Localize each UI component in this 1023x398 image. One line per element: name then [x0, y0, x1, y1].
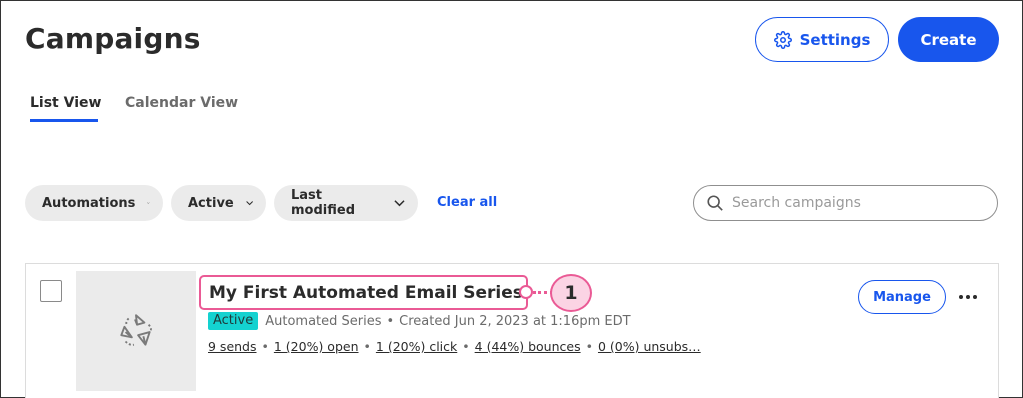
filter-label: Automations [42, 195, 136, 211]
campaign-type: Automated Series [265, 313, 382, 329]
tab-calendar-view[interactable]: Calendar View [125, 95, 238, 111]
meta-separator: • [386, 313, 395, 329]
manage-button[interactable]: Manage [858, 280, 946, 314]
stat-opens-link[interactable]: 1 (20%) open [274, 339, 359, 354]
clear-all-link[interactable]: Clear all [437, 195, 497, 210]
more-dot [959, 295, 963, 299]
more-dot [966, 295, 970, 299]
campaign-created-date: Created Jun 2, 2023 at 1:16pm EDT [399, 313, 631, 329]
active-tab-indicator [30, 119, 98, 122]
chevron-down-icon [245, 201, 253, 206]
status-badge: Active [208, 312, 259, 330]
search-icon [707, 195, 723, 211]
settings-button-label: Settings [799, 30, 871, 49]
create-button[interactable]: Create [898, 17, 999, 62]
page-title: Campaigns [25, 22, 201, 55]
stat-unsubscribes-link[interactable]: 0 (0%) unsubs… [598, 339, 701, 354]
filter-automations[interactable]: Automations [25, 185, 163, 221]
gear-icon [773, 30, 792, 49]
stat-clicks-link[interactable]: 1 (20%) click [376, 339, 457, 354]
filter-last-modified[interactable]: Last modified [274, 185, 418, 221]
more-dot [973, 295, 977, 299]
paper-plane-icon [120, 314, 152, 346]
campaign-stats: 9 sends • 1 (20%) open • 1 (20%) click •… [208, 339, 701, 354]
chevron-down-icon [394, 200, 405, 207]
stat-separator: • [585, 339, 593, 354]
search-box [693, 185, 998, 221]
callout-connector-dot [519, 285, 533, 299]
chevron-down-icon [147, 202, 150, 204]
filter-active[interactable]: Active [171, 185, 266, 221]
stat-sends-link[interactable]: 9 sends [208, 339, 257, 354]
more-options-icon[interactable] [957, 286, 979, 308]
campaign-thumbnail[interactable] [76, 271, 196, 391]
search-input[interactable] [732, 195, 982, 211]
campaign-meta: Active Automated Series • Created Jun 2,… [208, 312, 631, 330]
campaign-title-link[interactable]: My First Automated Email Series [199, 275, 528, 310]
tab-list-view[interactable]: List View [30, 95, 101, 111]
campaign-checkbox[interactable] [40, 280, 62, 302]
stat-separator: • [363, 339, 371, 354]
filter-label: Active [188, 195, 234, 211]
filter-label: Last modified [291, 188, 355, 218]
stat-separator: • [261, 339, 269, 354]
callout-number-badge: 1 [550, 274, 592, 312]
stat-separator: • [462, 339, 470, 354]
stat-bounces-link[interactable]: 4 (44%) bounces [475, 339, 581, 354]
settings-button[interactable]: Settings [755, 17, 889, 62]
